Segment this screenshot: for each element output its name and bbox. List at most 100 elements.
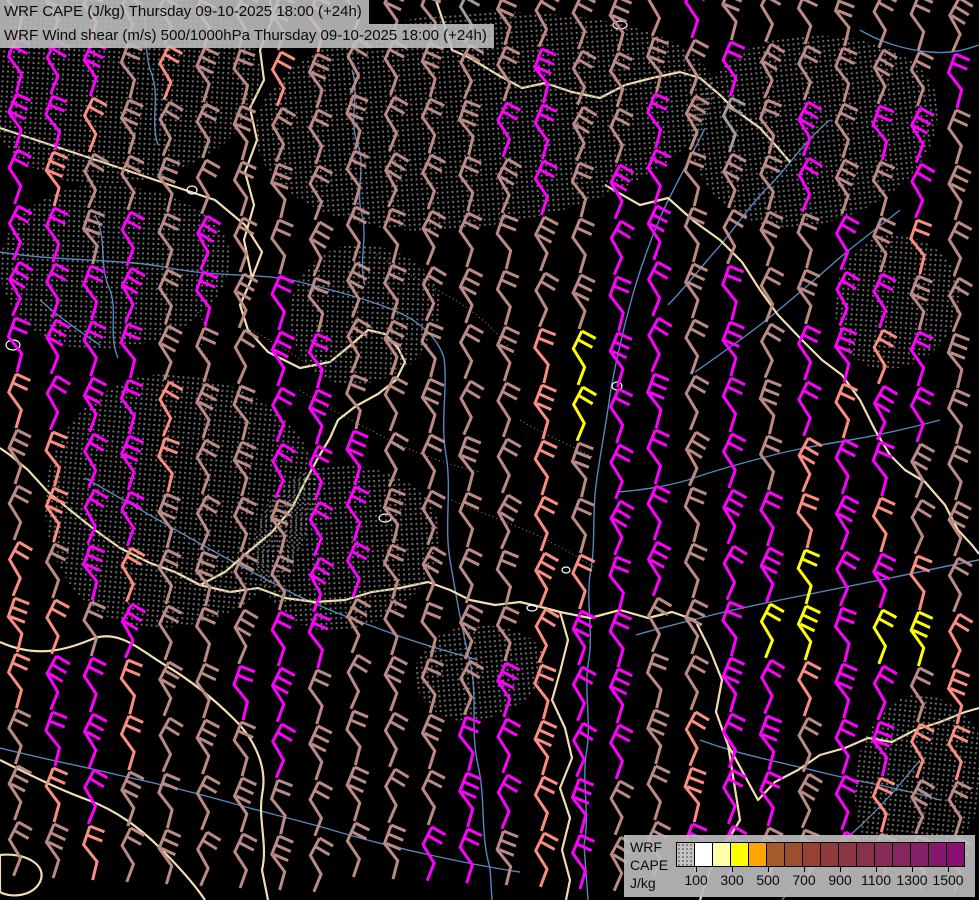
wind-barb (798, 382, 822, 437)
wind-barb (270, 779, 297, 835)
wind-barb (383, 152, 410, 208)
legend-color-cell (874, 842, 893, 867)
wind-barb (384, 713, 409, 768)
wind-barb (82, 489, 109, 545)
wind-barb (45, 656, 71, 711)
wind-barb (46, 488, 70, 543)
wind-barb (797, 213, 823, 268)
wind-barb (271, 835, 296, 890)
legend-color-cell (928, 842, 947, 867)
wind-barb (120, 323, 147, 379)
wind-barb (422, 491, 446, 546)
wind-barb (573, 0, 596, 49)
wind-barb (872, 161, 897, 216)
wind-barb (496, 214, 523, 270)
wind-barb (608, 220, 635, 276)
wind-barb (309, 390, 332, 444)
wind-barb (572, 835, 596, 890)
wind-barb (834, 607, 861, 663)
wind-barb (383, 768, 410, 824)
wind-barb (836, 104, 859, 158)
wind-barb (234, 778, 257, 832)
wind-barb (157, 382, 183, 437)
wind-barb (346, 151, 370, 206)
wind-barb (609, 0, 634, 51)
wind-barb (798, 0, 821, 44)
wind-barb (836, 160, 859, 214)
wind-barb (83, 98, 107, 153)
wind-barb (685, 264, 708, 318)
wind-barb (685, 40, 709, 95)
wind-barb (495, 494, 522, 550)
wind-barb (158, 46, 183, 101)
wind-barb (872, 666, 898, 721)
wind-barb (723, 434, 746, 488)
wind-barb (45, 431, 71, 486)
wind-barb (158, 830, 182, 885)
wind-barb (571, 387, 597, 442)
wind-barb (798, 606, 821, 660)
wind-barb (232, 49, 259, 105)
wind-barb (385, 657, 408, 711)
wind-barb (722, 154, 746, 209)
legend-color-cell (730, 842, 749, 867)
wind-barb (722, 601, 748, 656)
wind-barb (44, 375, 71, 431)
wind-barb (346, 599, 371, 654)
wind-barb (872, 777, 897, 832)
wind-barb (120, 379, 145, 434)
wind-barb (120, 43, 146, 98)
legend-tick-label: 1500 (932, 872, 963, 888)
wind-barb (722, 770, 746, 825)
wind-barb (648, 486, 670, 540)
wind-barb (232, 329, 259, 385)
wind-barb (533, 328, 560, 384)
wind-barb (159, 606, 182, 660)
wind-barb (233, 105, 258, 160)
wind-barb (610, 669, 633, 723)
wind-barb (9, 94, 32, 148)
wind-barb (684, 96, 710, 151)
legend-color-cell (748, 842, 767, 867)
wind-barb (759, 659, 786, 715)
wind-barb (648, 766, 671, 820)
legend-tick-label: 1300 (896, 872, 927, 888)
wind-barb (947, 333, 974, 389)
legend-tick-label: 100 (684, 872, 707, 888)
wind-barb (910, 724, 934, 779)
wind-barb (271, 52, 295, 107)
wind-barb (496, 775, 522, 830)
wind-barb (308, 333, 333, 388)
wind-barb (497, 0, 521, 45)
wind-barb (835, 384, 859, 439)
wind-barb (158, 214, 182, 269)
wind-barb (8, 374, 32, 429)
wind-barb (83, 265, 108, 320)
wind-barb (609, 501, 635, 556)
wind-barb (272, 612, 294, 666)
wind-barb (608, 556, 635, 612)
wind-barb (684, 712, 710, 767)
wind-barb (571, 162, 597, 217)
wind-barb (197, 48, 220, 102)
wind-barb (723, 378, 746, 432)
wind-barb (310, 726, 332, 780)
wind-barb (8, 206, 33, 261)
wind-barb (7, 597, 34, 653)
wind-barb (871, 385, 898, 441)
legend-color-cell (802, 842, 821, 867)
wind-barb (158, 326, 182, 381)
wind-barb (948, 222, 972, 277)
wind-barb (910, 555, 936, 610)
wind-barb (797, 102, 822, 157)
wind-barb (497, 719, 521, 774)
wind-barb (873, 274, 896, 328)
wind-barb (84, 658, 106, 712)
wind-barb (873, 0, 897, 48)
wind-barb (911, 388, 934, 442)
wind-barb (910, 612, 934, 667)
wind-barb (121, 100, 145, 155)
wind-barb (535, 441, 558, 495)
legend-tick-label: 700 (792, 872, 815, 888)
wind-barb (347, 207, 369, 261)
